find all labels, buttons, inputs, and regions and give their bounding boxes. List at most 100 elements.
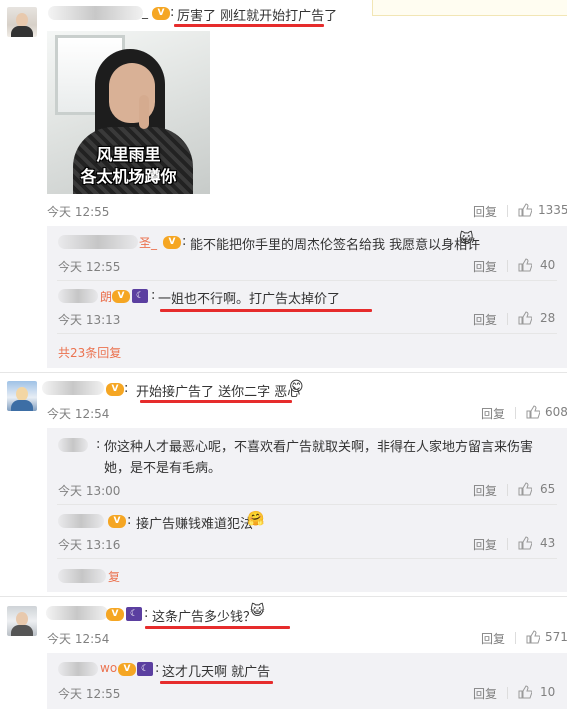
username-blurred[interactable]: [58, 438, 88, 452]
thumbs-up-icon[interactable]: [518, 685, 532, 699]
username-blurred[interactable]: [58, 662, 98, 676]
thumbs-up-icon[interactable]: [518, 203, 532, 217]
like-count: 43: [540, 536, 556, 550]
divider: [515, 407, 516, 419]
thumbs-up-icon[interactable]: [518, 311, 532, 325]
comment-text: 开始接广告了 送你二字 恶心: [136, 385, 301, 400]
red-underline: [174, 24, 324, 27]
vip-badge-icon: V: [118, 663, 136, 676]
reply-button[interactable]: 回复: [473, 685, 497, 702]
like-count: 608: [545, 405, 567, 419]
reply-text: 一姐也不行啊。打广告太掉价了: [158, 292, 341, 307]
thumbs-up-icon[interactable]: [518, 258, 532, 272]
vip-badge-icon: V: [106, 608, 124, 621]
comment-text: 厉害了 刚红就开始打广告了: [177, 9, 338, 24]
reply-button[interactable]: 回复: [473, 203, 497, 220]
smile-emoji-icon: 😊: [289, 379, 304, 395]
top-banner-edge: [372, 0, 567, 16]
username-blurred[interactable]: [48, 6, 143, 20]
vip-badge-icon: V: [106, 383, 124, 396]
username-blurred[interactable]: [46, 606, 108, 620]
photo-caption-line2: 各太机场蹲你: [80, 167, 177, 186]
reply-text: 这才几天啊 就广告: [162, 665, 271, 680]
vip-badge-icon: V: [163, 236, 181, 249]
colon: :: [155, 661, 160, 676]
reply-button[interactable]: 回复: [473, 311, 497, 328]
colon: :: [96, 437, 101, 452]
colon: :: [124, 381, 129, 396]
reply-button[interactable]: 回复: [481, 405, 505, 422]
timestamp: 今天 12:55: [58, 687, 121, 701]
timestamp: 今天 13:16: [58, 538, 121, 552]
red-underline: [160, 681, 273, 684]
like-count: 65: [540, 482, 556, 496]
colon: :: [170, 5, 175, 20]
thumbs-up-icon[interactable]: [526, 405, 540, 419]
cat-emoji-icon: 😺: [459, 231, 474, 247]
divider: [57, 504, 557, 505]
reply-text: 能不能把你手里的周杰伦签名给我 我愿意以身相许: [190, 238, 481, 253]
red-underline: [140, 400, 292, 403]
colon: :: [144, 606, 149, 621]
divider: [0, 596, 567, 597]
comment-photo[interactable]: 风里雨里 各太机场蹲你: [47, 31, 210, 194]
divider: [57, 280, 557, 281]
reply-button[interactable]: 回复: [473, 258, 497, 275]
vip-badge-icon: V: [108, 515, 126, 528]
colon: :: [182, 234, 187, 249]
vip-badge-icon: V: [152, 7, 170, 20]
divider: [57, 558, 557, 559]
thumbs-up-icon[interactable]: [526, 630, 540, 644]
like-count: 28: [540, 311, 556, 325]
timestamp: 今天 12:54: [47, 407, 110, 421]
timestamp: 今天 12:54: [47, 632, 110, 646]
like-count: 571: [545, 630, 567, 644]
thumbs-up-icon[interactable]: [518, 536, 532, 550]
username-blurred[interactable]: [58, 289, 98, 303]
divider: [507, 313, 508, 325]
more-replies-link[interactable]: 复: [108, 568, 120, 585]
avatar[interactable]: [7, 7, 37, 37]
like-count: 1335: [538, 203, 567, 217]
username-blurred[interactable]: [42, 381, 104, 395]
hug-emoji-icon: 🤗: [247, 511, 265, 527]
photo-caption-line1: 风里雨里: [96, 145, 161, 164]
reply-text: 接广告赚钱难道犯法: [136, 517, 254, 532]
username-suffix: 朗: [100, 290, 113, 304]
divider: [515, 632, 516, 644]
divider: [0, 372, 567, 373]
more-replies-blurred[interactable]: [58, 569, 106, 583]
divider: [507, 205, 508, 217]
reply-button[interactable]: 回复: [473, 482, 497, 499]
like-count: 40: [540, 258, 556, 272]
divider: [57, 333, 557, 334]
moon-badge-icon: ☾: [137, 662, 153, 676]
divider: [507, 687, 508, 699]
moon-badge-icon: ☾: [126, 607, 142, 621]
username-suffix: 圣_: [139, 236, 158, 250]
colon: :: [127, 513, 132, 528]
reply-button[interactable]: 回复: [481, 630, 505, 647]
username-blurred[interactable]: [58, 514, 104, 528]
username-suffix: wo: [100, 661, 118, 675]
comment-text: 这条广告多少钱？: [152, 610, 257, 625]
timestamp: 今天 12:55: [58, 260, 121, 274]
vip-badge-icon: V: [112, 290, 130, 303]
colon: :: [151, 288, 156, 303]
avatar[interactable]: [7, 606, 37, 636]
reply-text: 你这种人才最恶心呢，不喜欢看广告就取关啊，非得在人家地方留言来伤害她，是不是有毛…: [104, 440, 534, 476]
username-blurred[interactable]: [58, 235, 138, 249]
timestamp: 今天 13:13: [58, 313, 121, 327]
like-count: 10: [540, 685, 556, 699]
timestamp: 今天 13:00: [58, 484, 121, 498]
divider: [507, 538, 508, 550]
more-replies-link[interactable]: 共23条回复: [58, 344, 121, 361]
reply-button[interactable]: 回复: [473, 536, 497, 553]
cat-emoji-icon: 😺: [250, 603, 265, 619]
timestamp: 今天 12:55: [47, 205, 110, 219]
divider: [507, 484, 508, 496]
moon-badge-icon: ☾: [132, 289, 148, 303]
red-underline: [160, 309, 372, 312]
avatar[interactable]: [7, 381, 37, 411]
thumbs-up-icon[interactable]: [518, 482, 532, 496]
